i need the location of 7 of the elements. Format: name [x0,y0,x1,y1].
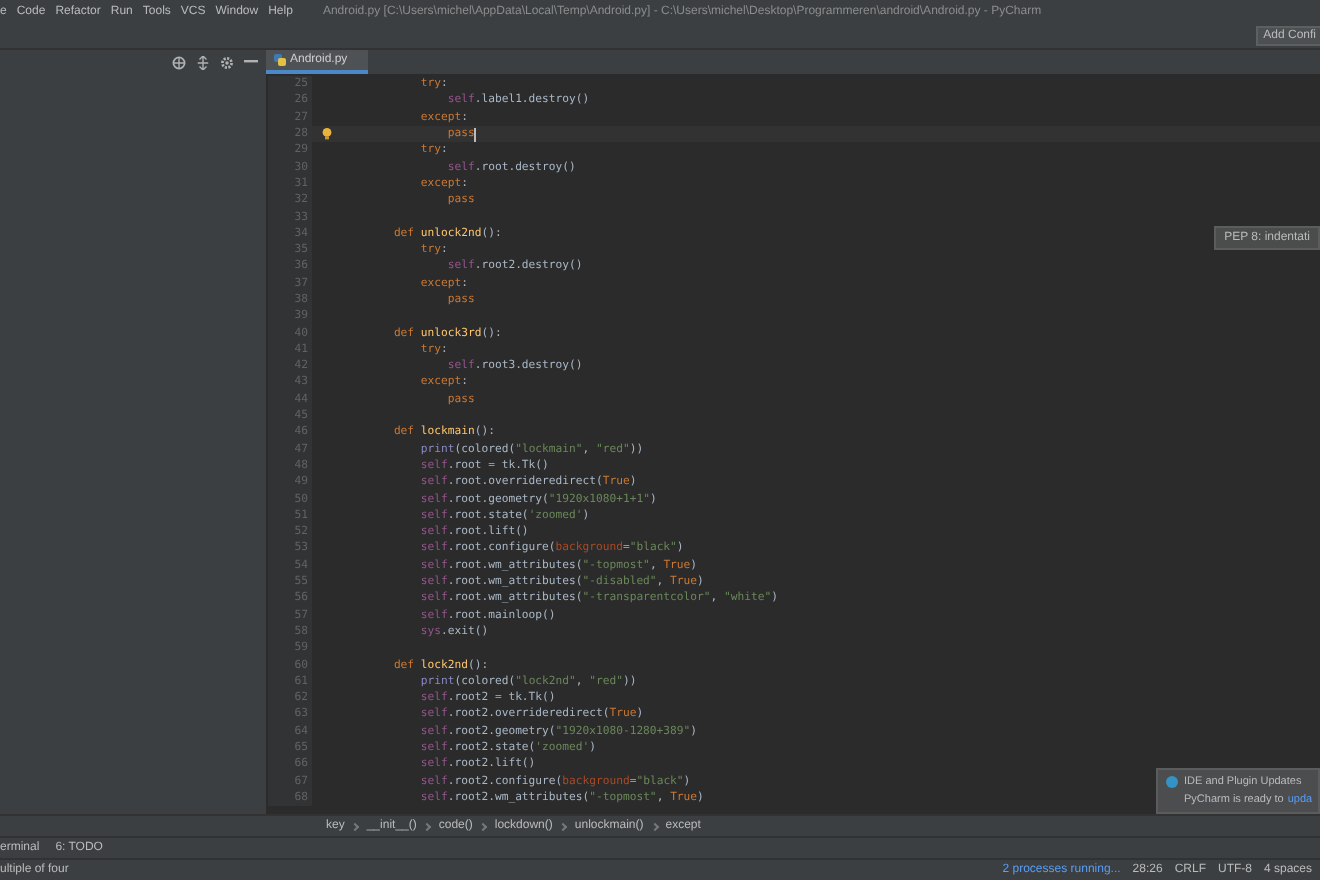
lightbulb-icon[interactable] [321,128,331,141]
python-file-icon [274,54,286,66]
split-icon[interactable] [196,55,210,69]
minimize-icon[interactable] [244,60,258,64]
settings-icon[interactable] [220,55,234,69]
target-icon[interactable] [172,55,186,69]
info-icon [1166,776,1178,788]
